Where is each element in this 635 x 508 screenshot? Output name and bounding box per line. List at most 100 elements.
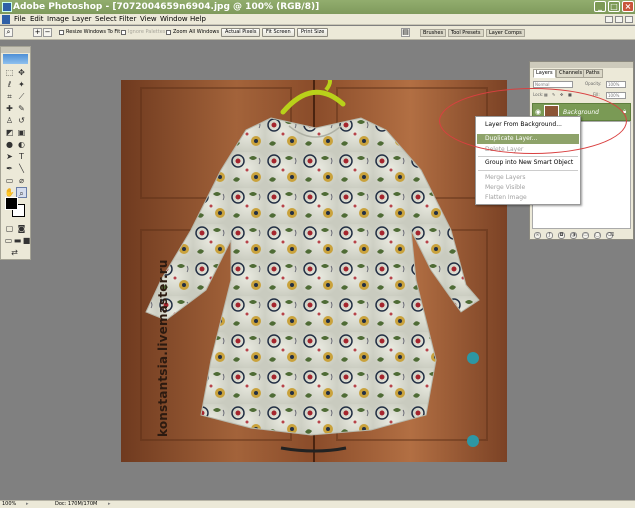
- menu-view[interactable]: View: [140, 15, 157, 24]
- visibility-eye-icon[interactable]: ◉: [535, 108, 541, 116]
- resize-windows-label: Resize Windows To Fit: [66, 29, 121, 35]
- slice-tool-icon[interactable]: ⟋: [16, 91, 27, 102]
- tab-layer-comps[interactable]: Layer Comps: [486, 29, 525, 37]
- magic-wand-tool-icon[interactable]: ✦: [16, 79, 27, 90]
- move-tool-icon[interactable]: ✥: [16, 67, 27, 78]
- zoom-tool-preset-icon[interactable]: ⌕: [4, 28, 13, 37]
- watermark-text: konstantsia.livemaster.ru: [156, 259, 170, 437]
- ignore-palettes-label: Ignore Palettes: [128, 29, 166, 35]
- brush-tool-icon[interactable]: ✎: [16, 103, 27, 114]
- standard-mode-icon[interactable]: ▢: [4, 223, 15, 234]
- menu-item-merge-layers[interactable]: Merge Layers: [485, 174, 526, 182]
- close-button[interactable]: ×: [622, 1, 634, 12]
- menu-item-delete-layer[interactable]: Delete Layer: [485, 146, 523, 154]
- blur-tool-icon[interactable]: ●: [4, 139, 15, 150]
- zoom-all-windows-checkbox[interactable]: [166, 30, 171, 35]
- opacity-input[interactable]: 100%: [606, 81, 626, 88]
- healing-brush-tool-icon[interactable]: ✚: [4, 103, 15, 114]
- context-menu-separator: [478, 156, 578, 157]
- fill-label: Fill:: [593, 92, 600, 97]
- status-bar: 100% ▸ Doc: 170M/170M ▸: [0, 500, 635, 508]
- tab-channels[interactable]: Channels: [556, 69, 586, 78]
- doc-minimize-button[interactable]: [605, 16, 613, 23]
- foreground-color-swatch[interactable]: [5, 197, 18, 210]
- crop-tool-icon[interactable]: ⌗: [4, 91, 15, 102]
- eyedropper-tool-icon[interactable]: ⌀: [16, 175, 27, 186]
- history-brush-tool-icon[interactable]: ↺: [16, 115, 27, 126]
- menu-filter[interactable]: Filter: [119, 15, 136, 24]
- title-bar: Adobe Photoshop - [7072004659n6904.jpg @…: [0, 0, 635, 14]
- menu-item-group-smart-object[interactable]: Group into New Smart Object: [485, 159, 573, 167]
- lock-all-icon[interactable]: ■: [568, 92, 572, 98]
- lock-image-icon[interactable]: ✎: [552, 92, 555, 98]
- options-bar: ⌕ + − Resize Windows To Fit Ignore Palet…: [0, 26, 635, 40]
- gradient-tool-icon[interactable]: ▣: [16, 127, 27, 138]
- minimize-button[interactable]: _: [594, 1, 606, 12]
- status-menu-icon[interactable]: ▸: [108, 501, 111, 508]
- pen-tool-icon[interactable]: ✒: [4, 163, 15, 174]
- link-layers-icon[interactable]: ∞: [534, 232, 541, 239]
- quick-mask-mode-icon[interactable]: ◙: [16, 223, 27, 234]
- dodge-tool-icon[interactable]: ◐: [16, 139, 27, 150]
- status-arrow-icon[interactable]: ▸: [26, 501, 29, 508]
- menu-file[interactable]: File: [14, 15, 26, 24]
- zoom-level[interactable]: 100%: [2, 501, 16, 508]
- shape-tool-icon[interactable]: ╲: [16, 163, 27, 174]
- print-size-button[interactable]: Print Size: [297, 28, 329, 37]
- menu-item-merge-visible[interactable]: Merge Visible: [485, 184, 525, 192]
- new-group-icon[interactable]: ▭: [582, 232, 589, 239]
- actual-pixels-button[interactable]: Actual Pixels: [221, 28, 261, 37]
- menu-window[interactable]: Window: [160, 15, 188, 24]
- menu-item-layer-from-background[interactable]: Layer From Background...: [485, 121, 562, 129]
- maximize-button[interactable]: □: [608, 1, 620, 12]
- zoom-out-icon[interactable]: −: [43, 28, 52, 37]
- toolbox-logo[interactable]: [3, 54, 28, 64]
- tab-tool-presets[interactable]: Tool Presets: [448, 29, 484, 37]
- resize-windows-checkbox[interactable]: [59, 30, 64, 35]
- type-tool-icon[interactable]: T: [16, 151, 27, 162]
- fit-screen-button[interactable]: Fit Screen: [262, 28, 295, 37]
- photoshop-menu-icon[interactable]: [2, 15, 10, 24]
- tab-layers[interactable]: Layers: [533, 69, 556, 78]
- menu-item-duplicate-layer[interactable]: Duplicate Layer...: [485, 135, 537, 143]
- menu-edit[interactable]: Edit: [30, 15, 44, 24]
- lock-transparency-icon[interactable]: ▦: [544, 92, 548, 98]
- palette-well-icon[interactable]: ▤: [401, 28, 410, 37]
- lasso-tool-icon[interactable]: ℓ: [4, 79, 15, 90]
- ignore-palettes-checkbox[interactable]: [121, 30, 126, 35]
- screen-mode-full-icon[interactable]: ■: [21, 235, 32, 246]
- menu-item-flatten-image[interactable]: Flatten Image: [485, 194, 527, 202]
- tab-brushes[interactable]: Brushes: [420, 29, 447, 37]
- doc-size-info: Doc: 170M/170M: [55, 501, 98, 507]
- clone-stamp-tool-icon[interactable]: ♙: [4, 115, 15, 126]
- fill-input[interactable]: 100%: [606, 92, 626, 99]
- context-menu-separator: [478, 170, 578, 171]
- menu-help[interactable]: Help: [190, 15, 206, 24]
- opacity-label: Opacity:: [585, 81, 602, 86]
- zoom-in-icon[interactable]: +: [33, 28, 42, 37]
- doc-restore-button[interactable]: [615, 16, 623, 23]
- marquee-tool-icon[interactable]: ⬚: [4, 67, 15, 78]
- path-selection-tool-icon[interactable]: ➤: [4, 151, 15, 162]
- blend-mode-select[interactable]: Normal: [533, 81, 573, 88]
- eraser-tool-icon[interactable]: ◩: [4, 127, 15, 138]
- doc-close-button[interactable]: [625, 16, 633, 23]
- menu-select[interactable]: Select: [95, 15, 117, 24]
- jump-to-imageready-icon[interactable]: ⇄: [9, 247, 20, 258]
- menu-image[interactable]: Image: [47, 15, 69, 24]
- menu-layer[interactable]: Layer: [72, 15, 92, 24]
- window-title: Adobe Photoshop - [7072004659n6904.jpg @…: [13, 2, 320, 12]
- layer-mask-icon[interactable]: ◘: [558, 232, 565, 239]
- adjustment-layer-icon[interactable]: ◑: [570, 232, 577, 239]
- notes-tool-icon[interactable]: ▭: [4, 175, 15, 186]
- lock-position-icon[interactable]: ✥: [560, 92, 563, 98]
- layer-lock-icon: 🔒︎: [623, 108, 627, 115]
- document-canvas[interactable]: konstantsia.livemaster.ru: [121, 80, 507, 462]
- toolbox-grip[interactable]: [1, 47, 30, 53]
- layers-panel-titlebar[interactable]: [530, 62, 633, 68]
- tab-paths[interactable]: Paths: [583, 69, 603, 78]
- delete-layer-icon[interactable]: ⌫: [606, 232, 614, 239]
- layer-style-icon[interactable]: ƒ: [546, 232, 553, 239]
- new-layer-icon[interactable]: ▢: [594, 232, 601, 239]
- photoshop-app-icon: [2, 2, 12, 12]
